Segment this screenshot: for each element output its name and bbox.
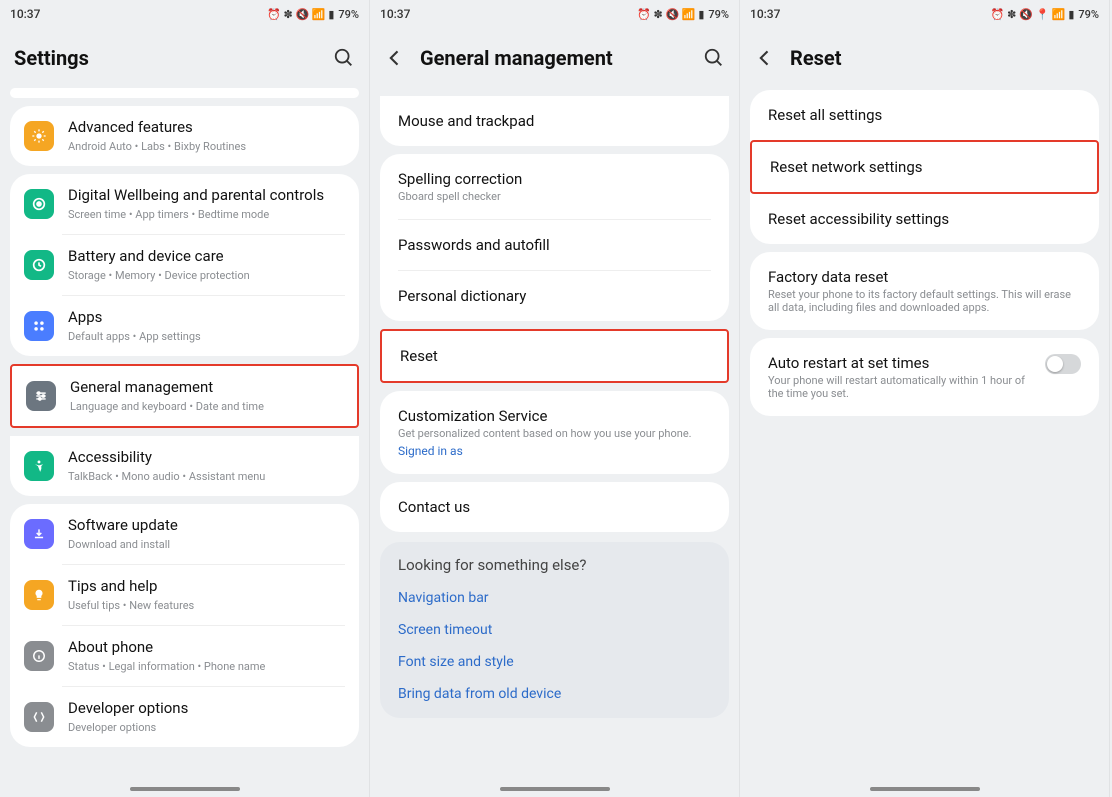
row-reset-network[interactable]: Reset network settings bbox=[752, 142, 1097, 192]
row-spelling[interactable]: Spelling correction Gboard spell checker bbox=[380, 154, 729, 219]
card-mouse: Mouse and trackpad bbox=[380, 96, 729, 146]
card-auto-restart: Auto restart at set times Your phone wil… bbox=[750, 338, 1099, 416]
row-software-update[interactable]: Software update Download and install bbox=[10, 504, 359, 564]
content: Reset all settings Reset network setting… bbox=[740, 88, 1109, 785]
row-contact-us[interactable]: Contact us bbox=[380, 482, 729, 532]
card-reset-highlighted: Reset bbox=[380, 329, 729, 383]
settings-card-2: Digital Wellbeing and parental controls … bbox=[10, 174, 359, 356]
card-spell: Spelling correction Gboard spell checker… bbox=[380, 154, 729, 321]
card-factory-reset: Factory data reset Reset your phone to i… bbox=[750, 252, 1099, 330]
content: Mouse and trackpad Spelling correction G… bbox=[370, 88, 739, 785]
title-bar: General management bbox=[370, 28, 739, 88]
page-title: General management bbox=[420, 46, 689, 70]
row-tips[interactable]: Tips and help Useful tips • New features bbox=[10, 565, 359, 625]
software-icon bbox=[24, 519, 54, 549]
status-bar: 10:37 ⏰ ✽ 🔇 📶 ▮ 79% bbox=[0, 0, 369, 28]
row-reset-network-highlighted: Reset network settings bbox=[750, 140, 1099, 194]
link-font-size[interactable]: Font size and style bbox=[380, 646, 729, 678]
settings-card-3b: Accessibility TalkBack • Mono audio • As… bbox=[10, 436, 359, 496]
row-developer[interactable]: Developer options Developer options bbox=[10, 687, 359, 747]
status-bar: 10:37 ⏰ ✽ 🔇 📶 ▮ 79% bbox=[370, 0, 739, 28]
card-looking: Looking for something else? Navigation b… bbox=[380, 542, 729, 718]
row-personal-dictionary[interactable]: Personal dictionary bbox=[380, 271, 729, 321]
back-icon[interactable] bbox=[384, 47, 406, 69]
back-icon[interactable] bbox=[754, 47, 776, 69]
advanced-icon bbox=[24, 121, 54, 151]
page-title: Reset bbox=[790, 46, 1095, 70]
tips-icon bbox=[24, 580, 54, 610]
apps-icon bbox=[24, 311, 54, 341]
row-battery[interactable]: Battery and device care Storage • Memory… bbox=[10, 235, 359, 295]
row-advanced-features[interactable]: Advanced features Android Auto • Labs • … bbox=[10, 106, 359, 166]
status-icons: ⏰ ✽ 🔇 📍 📶 ▮ 79% bbox=[991, 9, 1099, 20]
settings-card-4: Software update Download and install Tip… bbox=[10, 504, 359, 747]
phone-settings: 10:37 ⏰ ✽ 🔇 📶 ▮ 79% Settings Advanced fe… bbox=[0, 0, 370, 797]
card-reset-options: Reset all settings Reset network setting… bbox=[750, 90, 1099, 244]
general-icon bbox=[26, 381, 56, 411]
settings-card-3-highlighted: General management Language and keyboard… bbox=[10, 364, 359, 428]
card-customization: Customization Service Get personalized c… bbox=[380, 391, 729, 474]
phone-reset: 10:37 ⏰ ✽ 🔇 📍 📶 ▮ 79% Reset Reset all se… bbox=[740, 0, 1110, 797]
card-contact: Contact us bbox=[380, 482, 729, 532]
row-mouse-trackpad[interactable]: Mouse and trackpad bbox=[380, 96, 729, 146]
link-bring-data[interactable]: Bring data from old device bbox=[380, 678, 729, 710]
row-general-management[interactable]: General management Language and keyboard… bbox=[12, 366, 357, 426]
home-bar[interactable] bbox=[870, 787, 980, 791]
row-customization[interactable]: Customization Service Get personalized c… bbox=[380, 391, 729, 474]
home-bar[interactable] bbox=[500, 787, 610, 791]
search-icon[interactable] bbox=[703, 47, 725, 69]
content: Advanced features Android Auto • Labs • … bbox=[0, 88, 369, 785]
settings-card-1: Advanced features Android Auto • Labs • … bbox=[10, 106, 359, 166]
row-reset-accessibility[interactable]: Reset accessibility settings bbox=[750, 194, 1099, 244]
row-about[interactable]: About phone Status • Legal information •… bbox=[10, 626, 359, 686]
title-bar: Reset bbox=[740, 28, 1109, 88]
row-wellbeing[interactable]: Digital Wellbeing and parental controls … bbox=[10, 174, 359, 234]
toggle-auto-restart[interactable] bbox=[1045, 354, 1081, 374]
row-reset-all[interactable]: Reset all settings bbox=[750, 90, 1099, 140]
looking-title: Looking for something else? bbox=[380, 556, 729, 582]
row-apps[interactable]: Apps Default apps • App settings bbox=[10, 296, 359, 356]
about-icon bbox=[24, 641, 54, 671]
row-accessibility[interactable]: Accessibility TalkBack • Mono audio • As… bbox=[10, 436, 359, 496]
row-reset[interactable]: Reset bbox=[382, 331, 727, 381]
row-auto-restart[interactable]: Auto restart at set times Your phone wil… bbox=[750, 338, 1099, 416]
status-time: 10:37 bbox=[750, 7, 780, 21]
title-bar: Settings bbox=[0, 28, 369, 88]
link-screen-timeout[interactable]: Screen timeout bbox=[380, 614, 729, 646]
accessibility-icon bbox=[24, 451, 54, 481]
page-title: Settings bbox=[14, 46, 319, 70]
home-bar[interactable] bbox=[130, 787, 240, 791]
row-passwords[interactable]: Passwords and autofill bbox=[380, 220, 729, 270]
developer-icon bbox=[24, 702, 54, 732]
wellbeing-icon bbox=[24, 189, 54, 219]
status-time: 10:37 bbox=[380, 7, 410, 21]
status-bar: 10:37 ⏰ ✽ 🔇 📍 📶 ▮ 79% bbox=[740, 0, 1109, 28]
battery-icon bbox=[24, 250, 54, 280]
status-time: 10:37 bbox=[10, 7, 40, 21]
link-navigation-bar[interactable]: Navigation bar bbox=[380, 582, 729, 614]
row-factory-reset[interactable]: Factory data reset Reset your phone to i… bbox=[750, 252, 1099, 330]
phone-general-management: 10:37 ⏰ ✽ 🔇 📶 ▮ 79% General management M… bbox=[370, 0, 740, 797]
status-icons: ⏰ ✽ 🔇 📶 ▮ 79% bbox=[637, 9, 729, 20]
status-icons: ⏰ ✽ 🔇 📶 ▮ 79% bbox=[267, 9, 359, 20]
search-icon[interactable] bbox=[333, 47, 355, 69]
